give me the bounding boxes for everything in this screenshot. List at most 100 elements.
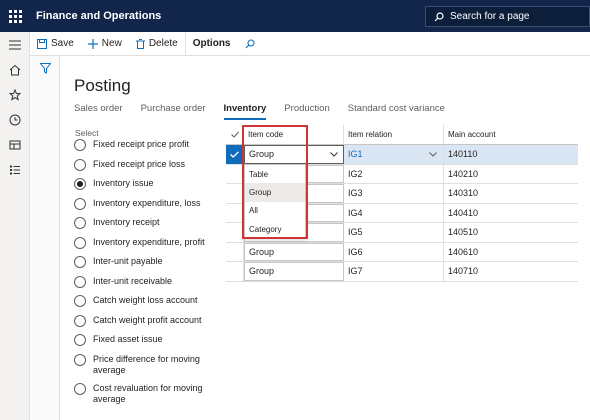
tab-production[interactable]: Production xyxy=(284,103,329,120)
row-selector[interactable] xyxy=(226,184,244,203)
item-relation-cell[interactable]: IG7 xyxy=(344,262,444,281)
item-relation-cell[interactable]: IG5 xyxy=(344,223,444,242)
favorites-star-icon[interactable] xyxy=(0,82,30,107)
item-relation-cell[interactable]: IG2 xyxy=(344,164,444,183)
table-row[interactable]: Group IG7 140710 xyxy=(226,262,578,282)
radio-label: Inventory issue xyxy=(93,178,154,188)
radio-option[interactable]: Fixed receipt price loss xyxy=(74,158,224,179)
radio-button[interactable] xyxy=(74,139,86,151)
radio-option[interactable]: Price difference for moving average xyxy=(74,353,224,383)
radio-option[interactable]: Inter-unit payable xyxy=(74,256,224,276)
table-row[interactable]: Group IG1 140110 xyxy=(226,145,578,165)
row-selected-checkmark-icon[interactable] xyxy=(226,145,244,164)
row-selector[interactable] xyxy=(226,242,244,261)
item-relation-cell[interactable]: IG3 xyxy=(344,184,444,203)
app-launcher-icon[interactable] xyxy=(0,0,30,32)
main-account-cell[interactable]: 140510 xyxy=(444,223,578,242)
delete-button[interactable]: Delete xyxy=(129,32,185,56)
options-label: Options xyxy=(192,38,231,49)
workspaces-icon[interactable] xyxy=(0,132,30,157)
main-account-cell[interactable]: 140110 xyxy=(444,145,578,164)
radio-option-selected[interactable]: Inventory issue xyxy=(74,178,224,198)
radio-button[interactable] xyxy=(74,158,86,171)
radio-option[interactable]: Inventory receipt xyxy=(74,217,224,237)
search-placeholder: Search for a page xyxy=(450,11,530,22)
tab-sales-order[interactable]: Sales order xyxy=(74,103,123,120)
radio-button[interactable] xyxy=(74,334,86,346)
item-code-cell[interactable]: Group xyxy=(244,242,344,261)
main-account-cell[interactable]: 140710 xyxy=(444,262,578,281)
tab-inventory[interactable]: Inventory xyxy=(223,103,267,120)
row-selector[interactable] xyxy=(226,223,244,242)
recent-clock-icon[interactable] xyxy=(0,107,30,132)
header-item-code[interactable]: Item code xyxy=(244,125,344,144)
header-main-account[interactable]: Main account xyxy=(444,125,578,144)
navigation-rail xyxy=(0,32,30,420)
radio-option[interactable]: Cost revaluation for moving average xyxy=(74,382,224,412)
item-relation-value: IG1 xyxy=(348,149,363,160)
save-button[interactable]: Save xyxy=(30,32,81,56)
chevron-down-icon[interactable] xyxy=(330,151,338,157)
row-selector[interactable] xyxy=(226,262,244,281)
radio-button[interactable] xyxy=(74,314,86,327)
radio-label: Inter-unit payable xyxy=(93,256,163,266)
options-button[interactable]: Options xyxy=(184,31,238,56)
item-relation-cell[interactable]: IG4 xyxy=(344,203,444,222)
item-relation-cell[interactable]: IG6 xyxy=(344,242,444,261)
item-relation-lookup[interactable]: IG1 xyxy=(344,145,444,164)
radio-button[interactable] xyxy=(74,382,86,395)
radio-button[interactable] xyxy=(74,236,86,249)
radio-button[interactable] xyxy=(74,295,86,307)
row-selector[interactable] xyxy=(226,164,244,183)
main-account-cell[interactable]: 140210 xyxy=(444,165,578,184)
main-account-cell[interactable]: 140310 xyxy=(444,184,578,203)
modules-list-icon[interactable] xyxy=(0,157,30,182)
tab-strip: Sales order Purchase order Inventory Pro… xyxy=(74,103,463,120)
radio-button[interactable] xyxy=(74,256,86,268)
radio-label: Inventory receipt xyxy=(93,217,160,227)
item-code-select[interactable]: Group xyxy=(244,145,344,164)
new-button[interactable]: New xyxy=(81,32,129,56)
radio-option[interactable]: Catch weight profit account xyxy=(74,314,224,335)
main-account-cell[interactable]: 140610 xyxy=(444,243,578,262)
radio-label: Inter-unit receivable xyxy=(93,275,173,286)
dropdown-option-group[interactable]: Group xyxy=(245,183,305,202)
radio-button-checked[interactable] xyxy=(74,178,86,190)
radio-option[interactable]: Inventory expenditure, loss xyxy=(74,197,224,218)
tab-standard-cost-variance[interactable]: Standard cost variance xyxy=(348,103,445,120)
save-label: Save xyxy=(51,38,74,49)
chevron-down-icon[interactable] xyxy=(429,151,437,157)
filter-icon[interactable] xyxy=(30,56,60,80)
global-search-input[interactable]: Search for a page xyxy=(425,6,590,27)
radio-option[interactable]: Catch weight loss account xyxy=(74,295,224,315)
radio-label: Cost revaluation for moving average xyxy=(93,382,203,404)
select-all-checkmark-icon[interactable] xyxy=(226,125,244,144)
row-selector[interactable] xyxy=(226,203,244,222)
dropdown-option-table[interactable]: Table xyxy=(245,165,305,183)
radio-label: Inventory expenditure, loss xyxy=(93,197,201,208)
hamburger-menu-icon[interactable] xyxy=(0,32,30,57)
action-search-icon[interactable] xyxy=(238,32,266,56)
radio-button[interactable] xyxy=(74,217,86,229)
header-item-relation[interactable]: Item relation xyxy=(344,125,444,144)
radio-option[interactable]: Fixed asset issue xyxy=(74,334,224,354)
delete-label: Delete xyxy=(148,38,178,49)
dropdown-option-all[interactable]: All xyxy=(245,202,305,220)
dropdown-option-category[interactable]: Category xyxy=(245,220,305,238)
table-row[interactable]: Group IG6 140610 xyxy=(226,242,578,262)
posting-type-radio-group: Fixed receipt price profit Fixed receipt… xyxy=(74,139,224,412)
main-account-cell[interactable]: 140410 xyxy=(444,204,578,223)
page-title: Posting xyxy=(74,76,131,95)
radio-button[interactable] xyxy=(74,275,86,288)
radio-button[interactable] xyxy=(74,353,86,366)
grid-header: Item code Item relation Main account xyxy=(226,125,578,145)
plus-icon xyxy=(87,38,98,49)
item-code-cell[interactable]: Group xyxy=(244,262,344,281)
home-icon[interactable] xyxy=(0,57,30,82)
radio-option[interactable]: Inter-unit receivable xyxy=(74,275,224,296)
radio-button[interactable] xyxy=(74,197,86,210)
radio-label: Fixed receipt price profit xyxy=(93,139,190,149)
tab-purchase-order[interactable]: Purchase order xyxy=(141,103,206,120)
radio-option[interactable]: Inventory expenditure, profit xyxy=(74,236,224,257)
radio-option[interactable]: Fixed receipt price profit xyxy=(74,139,224,159)
